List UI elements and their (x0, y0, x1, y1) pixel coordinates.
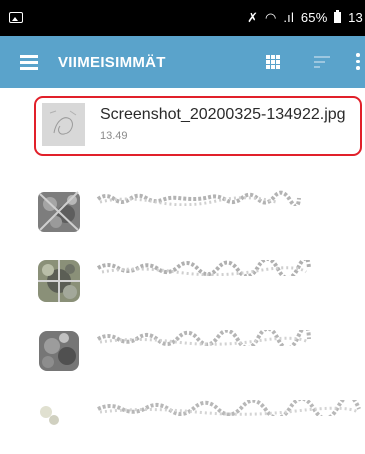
list-item[interactable] (0, 316, 365, 384)
status-bar: ✗ ◠ .ıl 65% 13 (0, 0, 365, 36)
file-thumbnail (34, 186, 84, 236)
battery-icon (334, 10, 342, 23)
battery-percent: 65% (300, 10, 328, 25)
grid-view-icon[interactable] (266, 55, 280, 69)
file-thumbnail (34, 326, 84, 376)
file-name: Screenshot_20200325-134922.jpg (100, 106, 346, 123)
status-icons: ✗ ◠ .ıl 65% 13 (244, 10, 363, 26)
list-item[interactable]: Screenshot_20200325-134922.jpg 13.49 (0, 88, 365, 156)
recent-files-list: Screenshot_20200325-134922.jpg 13.49 (0, 88, 365, 446)
list-item[interactable] (0, 246, 365, 314)
list-item[interactable] (0, 176, 365, 244)
page-title: VIIMEISIMMÄT (58, 54, 166, 71)
file-thumbnail (34, 396, 84, 446)
clock: 13 (348, 10, 363, 25)
obscured-file-name (96, 330, 311, 346)
sort-icon[interactable] (314, 56, 330, 68)
file-thumbnail (34, 256, 84, 306)
gallery-notification-icon (9, 12, 23, 23)
obscured-file-name (96, 260, 311, 276)
app-bar: VIIMEISIMMÄT (0, 36, 365, 88)
obscured-file-name (96, 190, 301, 206)
signal-icon: .ıl (283, 10, 295, 25)
wifi-icon: ◠ (264, 10, 277, 25)
mute-icon: ✗ (247, 10, 259, 25)
more-icon[interactable] (356, 53, 360, 71)
file-time: 13.49 (100, 130, 128, 142)
obscured-file-name (96, 400, 361, 416)
file-thumbnail (42, 103, 85, 146)
menu-icon[interactable] (20, 55, 38, 70)
list-item[interactable] (0, 386, 365, 454)
